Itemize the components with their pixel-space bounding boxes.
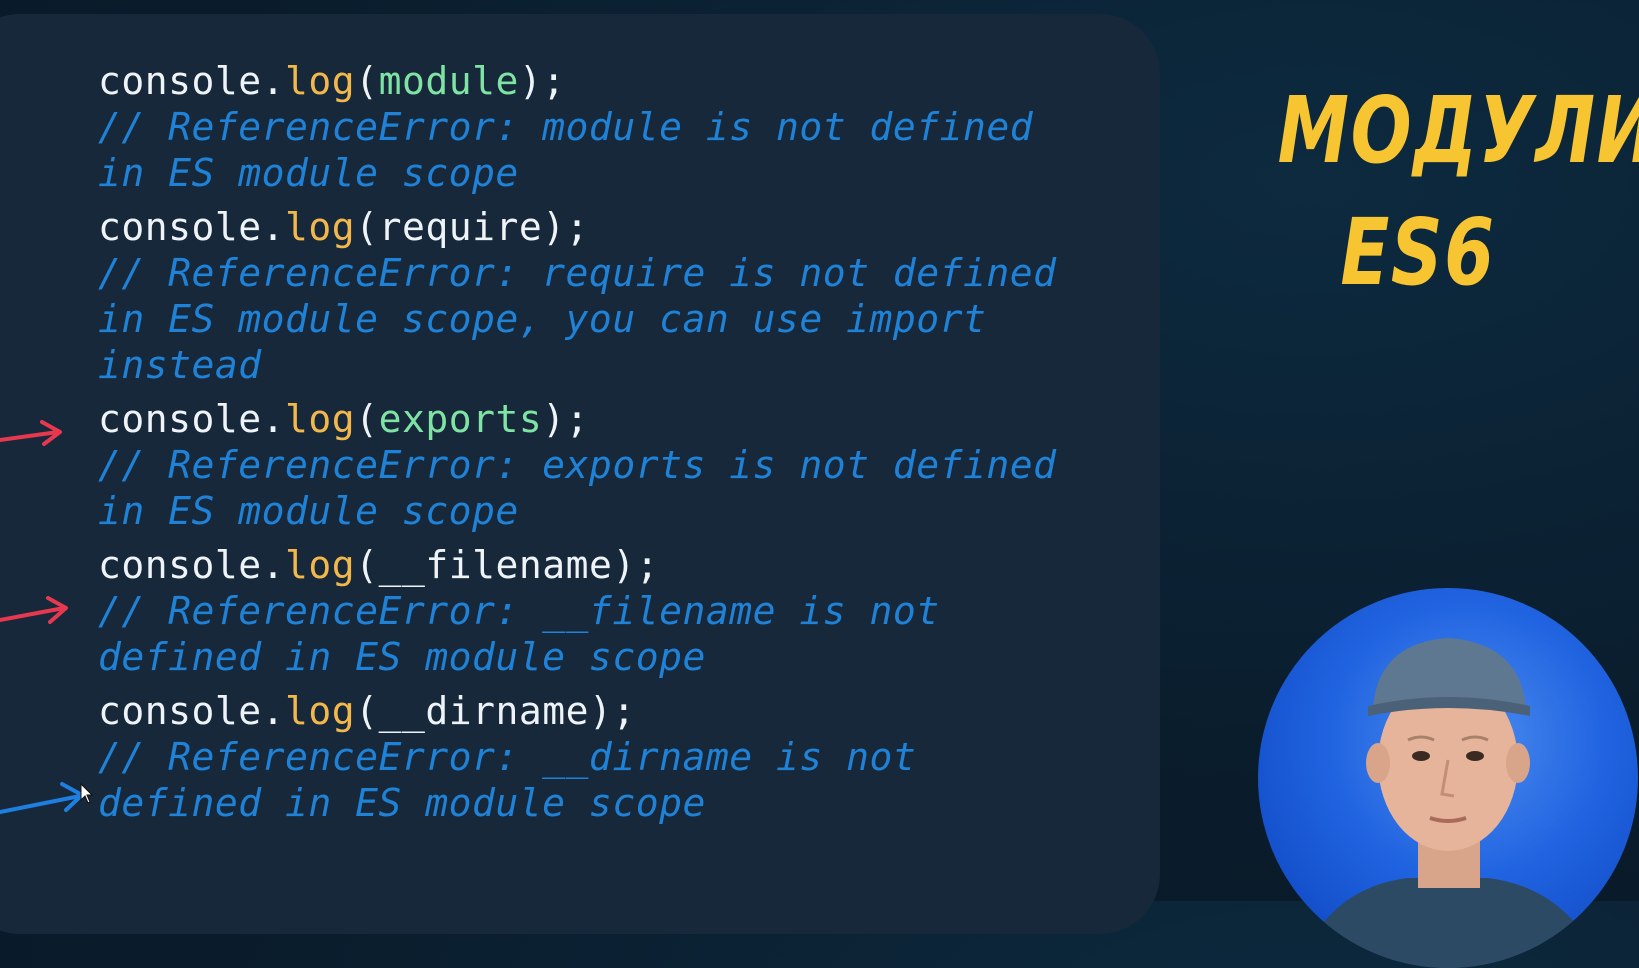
- arrow-blue-icon: [0, 782, 84, 814]
- code-paren: );: [588, 689, 636, 733]
- comment-line: defined in ES module scope: [98, 635, 706, 679]
- code-line-filename: console.log(__filename);: [98, 542, 1118, 588]
- code-line-module: console.log(module);: [98, 58, 1118, 104]
- code-block: console.log(module); // ReferenceError: …: [98, 58, 1118, 826]
- code-argument: __dirname: [378, 689, 589, 733]
- code-paren: (: [355, 543, 379, 587]
- code-paren: (: [355, 205, 379, 249]
- code-object: console.: [98, 397, 286, 441]
- code-object: console.: [98, 59, 286, 103]
- code-line-exports: console.log(exports);: [98, 396, 1118, 442]
- code-line-require: console.log(require);: [98, 204, 1118, 250]
- code-paren: (: [355, 689, 379, 733]
- code-paren: );: [518, 59, 566, 103]
- code-paren: );: [542, 205, 589, 249]
- comment-line: in ES module scope: [98, 151, 519, 195]
- arrow-red-icon: [0, 596, 68, 624]
- code-function: log: [285, 397, 356, 441]
- code-object: console.: [98, 689, 286, 733]
- title-line: МОДУЛИ: [1277, 77, 1639, 184]
- slide-title: МОДУЛИ ES6: [1277, 70, 1639, 314]
- code-argument: exports: [378, 397, 543, 441]
- title-line: ES6: [1340, 199, 1496, 306]
- comment-line: // ReferenceError: require is not define…: [98, 251, 1057, 295]
- comment-line: // ReferenceError: module is not defined: [98, 105, 1034, 149]
- comment-line: // ReferenceError: exports is not define…: [98, 443, 1057, 487]
- code-line-dirname: console.log(__dirname);: [98, 688, 1118, 734]
- code-paren: );: [542, 397, 589, 441]
- comment-line: // ReferenceError: __filename is not: [98, 589, 940, 633]
- code-function: log: [285, 689, 356, 733]
- code-paren: (: [355, 59, 379, 103]
- comment-line: defined in ES module scope: [98, 781, 706, 825]
- code-function: log: [285, 543, 356, 587]
- presenter-avatar: [1258, 588, 1638, 968]
- comment-line: // ReferenceError: __dirname is not: [98, 735, 917, 779]
- code-function: log: [285, 205, 356, 249]
- comment-line: instead: [98, 343, 262, 387]
- code-paren: );: [612, 543, 660, 587]
- code-argument: module: [378, 59, 519, 103]
- code-object: console.: [98, 543, 286, 587]
- arrow-red-icon: [0, 420, 62, 446]
- code-argument: require: [378, 205, 543, 249]
- mouse-cursor-icon: [80, 783, 94, 804]
- comment-line: in ES module scope, you can use import: [98, 297, 987, 341]
- code-object: console.: [98, 205, 286, 249]
- code-paren: (: [355, 397, 379, 441]
- code-argument: __filename: [378, 543, 613, 587]
- presenter-illustration: [1298, 638, 1603, 968]
- comment-line: in ES module scope: [98, 489, 519, 533]
- code-function: log: [285, 59, 356, 103]
